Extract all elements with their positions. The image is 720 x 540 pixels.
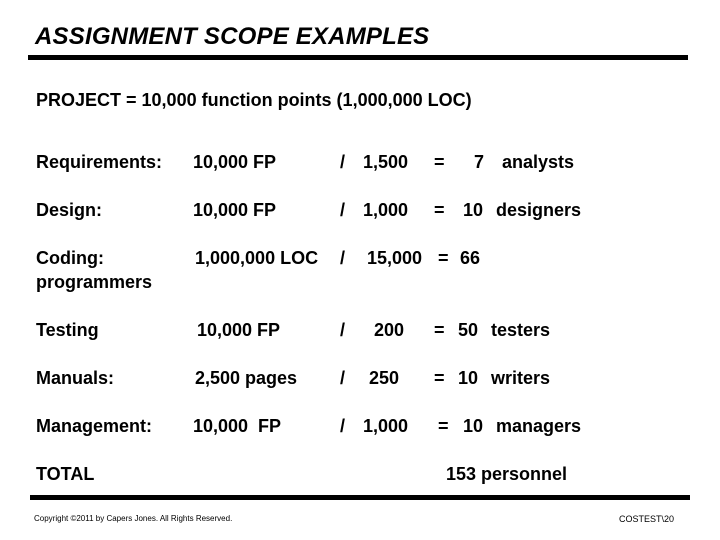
row-quantity: 10,000 FP [197, 320, 281, 340]
row-quantity: 10,000 FP [193, 200, 277, 220]
row-scope: 15,000 [367, 248, 423, 268]
row-divider: / [340, 248, 346, 268]
row-quantity: 10,000 FP [193, 416, 282, 436]
row-divider: / [340, 320, 346, 340]
row-quantity: 1,000,000 LOC [195, 248, 319, 268]
row-equals: = [434, 200, 445, 220]
row-label: Requirements: [36, 152, 163, 172]
row-role: analysts [502, 152, 575, 172]
row-role: managers [496, 416, 582, 436]
row-equals: = [438, 248, 449, 268]
row-result: 7 [474, 152, 485, 172]
row-equals: = [434, 152, 445, 172]
copyright-notice: Copyright ©2011 by Capers Jones. All Rig… [34, 514, 233, 523]
row-label: Management: [36, 416, 153, 436]
row-divider: / [340, 368, 346, 388]
row-result: 50 [458, 320, 479, 340]
row-quantity: 10,000 FP [193, 152, 277, 172]
row-divider: / [340, 416, 346, 436]
row-result: 10 [463, 416, 484, 436]
row-divider: / [340, 152, 346, 172]
row-label-line2: programmers [36, 272, 153, 292]
row-equals: = [438, 416, 449, 436]
row-scope: 1,000 [363, 200, 409, 220]
row-result: 10 [463, 200, 484, 220]
slide-id: COSTEST\20 [619, 514, 675, 524]
row-role: testers [491, 320, 551, 340]
row-label: Coding: [36, 248, 104, 268]
row-label: Testing [36, 320, 99, 340]
footer-divider [30, 495, 690, 500]
row-requirements: Requirements: 10,000 FP / 1,500 = 7 anal… [0, 152, 720, 176]
row-scope: 1,500 [363, 152, 409, 172]
row-coding: Coding: programmers 1,000,000 LOC / 15,0… [0, 248, 720, 296]
row-label: Design: [36, 200, 103, 220]
row-management: Management: 10,000 FP / 1,000 = 10 manag… [0, 416, 720, 440]
row-role: designers [496, 200, 582, 220]
row-testing: Testing 10,000 FP / 200 = 50 testers [0, 320, 720, 344]
row-manuals: Manuals: 2,500 pages / 250 = 10 writers [0, 368, 720, 392]
row-scope: 250 [369, 368, 400, 388]
row-result: 66 [460, 248, 481, 268]
row-scope: 1,000 [363, 416, 409, 436]
row-scope: 200 [374, 320, 405, 340]
row-role: writers [491, 368, 551, 388]
row-total: TOTAL 153 personnel [0, 464, 720, 488]
row-quantity: 2,500 pages [195, 368, 298, 388]
project-definition: PROJECT = 10,000 function points (1,000,… [36, 90, 472, 110]
row-equals: = [434, 320, 445, 340]
slide-title: ASSIGNMENT SCOPE EXAMPLES [35, 23, 430, 50]
row-result: 10 [458, 368, 479, 388]
total-value: 153 personnel [446, 464, 568, 484]
row-equals: = [434, 368, 445, 388]
title-divider [28, 55, 688, 60]
row-label: Manuals: [36, 368, 115, 388]
row-divider: / [340, 200, 346, 220]
row-design: Design: 10,000 FP / 1,000 = 10 designers [0, 200, 720, 224]
total-label: TOTAL [36, 464, 95, 484]
